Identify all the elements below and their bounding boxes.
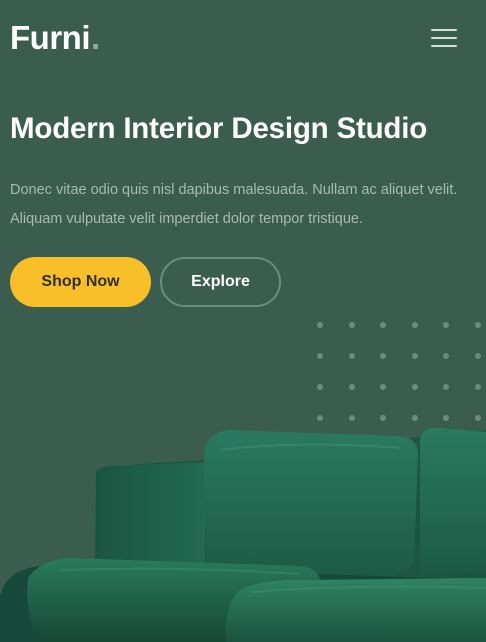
pattern-dot (317, 353, 323, 359)
pattern-dot (443, 384, 449, 390)
shop-now-button[interactable]: Shop Now (10, 257, 151, 307)
pattern-dot (380, 384, 386, 390)
sofa-image (0, 427, 486, 642)
pattern-dot (411, 353, 418, 359)
pattern-dot (348, 384, 355, 390)
page: Furni. Modern Interior Design Studio Don… (0, 0, 486, 642)
brand-logo[interactable]: Furni. (10, 20, 100, 56)
sofa-back-cushion-left (204, 430, 418, 580)
pattern-dot (443, 353, 449, 359)
brand-dot: . (90, 19, 100, 56)
menu-line (431, 37, 457, 39)
pattern-dot (348, 322, 355, 328)
dot-pattern (317, 322, 486, 422)
hero-description: Donec vitae odio quis nisl dapibus males… (10, 182, 458, 227)
pattern-dot (380, 322, 386, 328)
pattern-dot (474, 384, 481, 390)
pattern-dot (443, 322, 449, 328)
pattern-dot (474, 322, 481, 328)
pattern-dot (474, 353, 481, 359)
pattern-dot (411, 384, 418, 390)
pattern-dot (411, 322, 418, 328)
pattern-dot (348, 353, 355, 359)
brand-name: Furni (10, 19, 90, 56)
menu-line (431, 45, 457, 47)
hamburger-menu-icon[interactable] (430, 27, 458, 49)
sofa-back-cushion-right (420, 427, 486, 574)
hero-title: Modern Interior Design Studio (10, 112, 428, 145)
explore-button[interactable]: Explore (160, 257, 281, 307)
pattern-dot (317, 322, 323, 328)
pattern-dot (317, 384, 323, 390)
menu-line (431, 29, 457, 31)
pattern-dot (380, 353, 386, 359)
